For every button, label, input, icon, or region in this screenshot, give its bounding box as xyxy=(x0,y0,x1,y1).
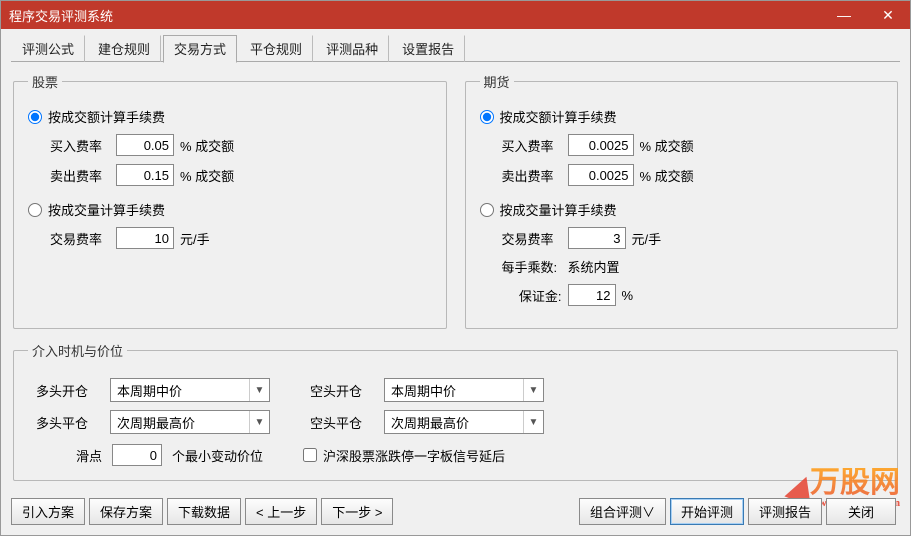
chevron-down-icon: ▼ xyxy=(523,411,543,433)
import-button[interactable]: 引入方案 xyxy=(11,498,85,525)
long-close-select[interactable]: 次周期最高价 ▼ xyxy=(110,410,270,434)
next-step-button[interactable]: 下一步 > xyxy=(321,498,393,525)
window-title: 程序交易评测系统 xyxy=(9,6,113,25)
stocks-group: 股票 按成交额计算手续费 买入费率 % 成交额 卖出费率 % 成交额 xyxy=(13,72,447,329)
futures-margin-label: 保证金: xyxy=(502,286,562,305)
futures-group: 期货 按成交额计算手续费 买入费率 % 成交额 卖出费率 % 成交额 xyxy=(465,72,899,329)
long-close-value: 次周期最高价 xyxy=(117,413,195,432)
close-dialog-button[interactable]: 关闭 xyxy=(826,498,896,525)
save-button[interactable]: 保存方案 xyxy=(89,498,163,525)
chevron-down-icon: ▼ xyxy=(249,379,269,401)
stocks-buy-rate-unit: % 成交额 xyxy=(180,136,234,155)
timing-group: 介入时机与价位 多头开仓 本周期中价 ▼ 空头开仓 本周期中价 ▼ 多头平仓 次… xyxy=(13,341,898,481)
stocks-by-amount-input[interactable] xyxy=(28,110,42,124)
short-open-label: 空头开仓 xyxy=(310,381,374,400)
futures-multiplier-value: 系统内置 xyxy=(568,257,620,276)
tab-content: 股票 按成交额计算手续费 买入费率 % 成交额 卖出费率 % 成交额 xyxy=(1,62,910,491)
futures-trade-rate-input[interactable] xyxy=(568,227,626,249)
futures-sell-rate-label: 卖出费率 xyxy=(502,166,562,185)
slippage-label: 滑点 xyxy=(76,446,102,465)
short-open-select[interactable]: 本周期中价 ▼ xyxy=(384,378,544,402)
futures-sell-rate-unit: % 成交额 xyxy=(640,166,694,185)
short-close-select[interactable]: 次周期最高价 ▼ xyxy=(384,410,544,434)
long-open-label: 多头开仓 xyxy=(36,381,100,400)
futures-by-amount-radio[interactable]: 按成交额计算手续费 xyxy=(480,107,884,126)
bottom-bar: 引入方案 保存方案 下载数据 < 上一步 下一步 > 组合评测∨ 开始评测 评测… xyxy=(11,498,900,525)
stocks-by-volume-label: 按成交量计算手续费 xyxy=(48,200,165,219)
futures-by-volume-label: 按成交量计算手续费 xyxy=(500,200,617,219)
stocks-buy-rate-input[interactable] xyxy=(116,134,174,156)
tab-strip: 评测公式 建仓规则 交易方式 平仓规则 评测品种 设置报告 xyxy=(1,29,910,62)
stocks-by-amount-label: 按成交额计算手续费 xyxy=(48,107,165,126)
tab-trade-method[interactable]: 交易方式 xyxy=(163,35,237,63)
futures-sell-rate-input[interactable] xyxy=(568,164,634,186)
evaluate-report-button[interactable]: 评测报告 xyxy=(748,498,822,525)
stocks-legend: 股票 xyxy=(28,72,62,91)
futures-by-volume-radio[interactable]: 按成交量计算手续费 xyxy=(480,200,884,219)
stocks-trade-rate-label: 交易费率 xyxy=(50,229,110,248)
futures-margin-input[interactable] xyxy=(568,284,616,306)
chevron-down-icon: ▼ xyxy=(523,379,543,401)
download-button[interactable]: 下载数据 xyxy=(167,498,241,525)
delay-checkbox[interactable]: 沪深股票涨跌停一字板信号延后 xyxy=(303,446,505,465)
long-open-select[interactable]: 本周期中价 ▼ xyxy=(110,378,270,402)
futures-trade-rate-label: 交易费率 xyxy=(502,229,562,248)
tab-evaluate-formula[interactable]: 评测公式 xyxy=(11,35,85,62)
stocks-buy-rate-label: 买入费率 xyxy=(50,136,110,155)
futures-legend: 期货 xyxy=(480,72,514,91)
minimize-button[interactable]: — xyxy=(822,1,866,29)
stocks-by-volume-radio[interactable]: 按成交量计算手续费 xyxy=(28,200,432,219)
futures-by-volume-input[interactable] xyxy=(480,203,494,217)
stocks-by-amount-radio[interactable]: 按成交额计算手续费 xyxy=(28,107,432,126)
futures-by-amount-input[interactable] xyxy=(480,110,494,124)
stocks-by-volume-input[interactable] xyxy=(28,203,42,217)
slippage-unit: 个最小变动价位 xyxy=(172,446,263,465)
tab-build-rules[interactable]: 建仓规则 xyxy=(87,35,161,62)
tab-evaluate-products[interactable]: 评测品种 xyxy=(315,35,389,62)
futures-buy-rate-unit: % 成交额 xyxy=(640,136,694,155)
futures-buy-rate-label: 买入费率 xyxy=(502,136,562,155)
futures-buy-rate-input[interactable] xyxy=(568,134,634,156)
combo-evaluate-button[interactable]: 组合评测∨ xyxy=(579,498,666,525)
short-open-value: 本周期中价 xyxy=(391,381,456,400)
futures-multiplier-label: 每手乘数: xyxy=(502,257,562,276)
futures-margin-unit: % xyxy=(622,288,634,303)
stocks-sell-rate-unit: % 成交额 xyxy=(180,166,234,185)
stocks-trade-rate-input[interactable] xyxy=(116,227,174,249)
long-open-value: 本周期中价 xyxy=(117,381,182,400)
long-close-label: 多头平仓 xyxy=(36,413,100,432)
timing-legend: 介入时机与价位 xyxy=(28,341,127,360)
tab-setup-report[interactable]: 设置报告 xyxy=(391,35,465,62)
window-controls: — ✕ xyxy=(822,1,910,29)
short-close-label: 空头平仓 xyxy=(310,413,374,432)
main-window: 程序交易评测系统 — ✕ 评测公式 建仓规则 交易方式 平仓规则 评测品种 设置… xyxy=(0,0,911,536)
futures-trade-rate-unit: 元/手 xyxy=(632,229,662,248)
chevron-down-icon: ▼ xyxy=(249,411,269,433)
stocks-sell-rate-input[interactable] xyxy=(116,164,174,186)
slippage-input[interactable] xyxy=(112,444,162,466)
title-bar: 程序交易评测系统 — ✕ xyxy=(1,1,910,29)
delay-checkbox-label: 沪深股票涨跌停一字板信号延后 xyxy=(323,446,505,465)
close-button[interactable]: ✕ xyxy=(866,1,910,29)
prev-step-button[interactable]: < 上一步 xyxy=(245,498,317,525)
tab-close-rules[interactable]: 平仓规则 xyxy=(239,35,313,62)
delay-checkbox-input[interactable] xyxy=(303,448,317,462)
stocks-sell-rate-label: 卖出费率 xyxy=(50,166,110,185)
start-evaluate-button[interactable]: 开始评测 xyxy=(670,498,744,525)
stocks-trade-rate-unit: 元/手 xyxy=(180,229,210,248)
short-close-value: 次周期最高价 xyxy=(391,413,469,432)
futures-by-amount-label: 按成交额计算手续费 xyxy=(500,107,617,126)
